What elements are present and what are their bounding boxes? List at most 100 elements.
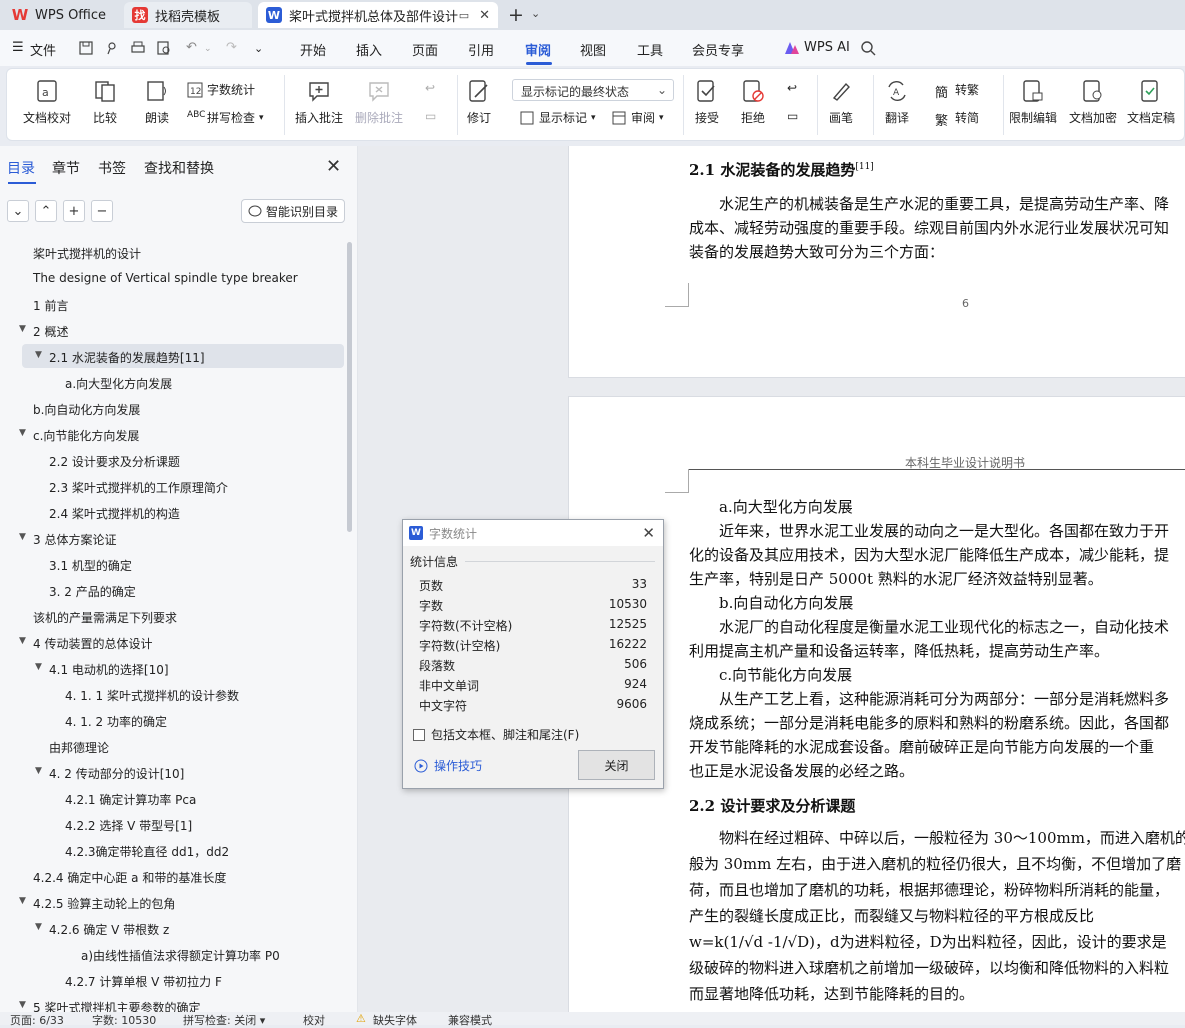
share-icon[interactable] xyxy=(104,40,120,56)
toc-item[interactable]: ▼ 4.1 电动机的选择[10] xyxy=(35,661,169,678)
tab-find-replace[interactable]: 查找和替换 xyxy=(144,158,214,178)
toc-item[interactable]: 桨叶式搅拌机的设计 xyxy=(33,245,141,262)
to-traditional-button[interactable]: 簡 转繁 xyxy=(935,81,979,101)
prev-revision-icon[interactable]: ↩ xyxy=(787,81,797,95)
menu-insert[interactable]: 插入 xyxy=(356,40,382,59)
menu-wps-ai[interactable]: WPS AI xyxy=(804,40,850,55)
spell-check-button[interactable]: ABC 拼写检查 ▾ xyxy=(187,109,264,126)
tab-template[interactable]: 找 找稻壳模板 xyxy=(124,2,252,28)
to-simplified-button[interactable]: 繁 转简 xyxy=(935,109,979,129)
sidebar-scrollbar[interactable] xyxy=(347,242,352,532)
dialog-title-bar[interactable]: W 字数统计 ✕ xyxy=(403,520,663,546)
toc-item[interactable]: 3.1 机型的确定 xyxy=(49,557,132,574)
smart-toc-button[interactable]: 智能识别目录 xyxy=(241,199,345,223)
word-count-button[interactable]: 12 字数统计 xyxy=(187,81,255,98)
toc-item[interactable]: 4.2.1 确定计算功率 Pca xyxy=(65,791,196,808)
toc-item[interactable]: ▼ 3 总体方案论证 xyxy=(19,531,116,548)
close-icon[interactable]: ✕ xyxy=(479,8,490,23)
toc-item[interactable]: 2.4 桨叶式搅拌机的构造 xyxy=(49,505,180,522)
reject-button[interactable]: 拒绝 xyxy=(741,79,765,126)
include-textbox-checkbox[interactable]: 包括文本框、脚注和尾注(F) xyxy=(413,726,579,743)
next-comment-icon[interactable]: ▭ xyxy=(425,109,436,123)
expand-arrow-icon[interactable]: ▼ xyxy=(35,662,42,672)
tips-link[interactable]: 操作技巧 xyxy=(414,757,482,774)
add-heading-button[interactable]: + xyxy=(63,200,85,222)
close-button[interactable]: 关闭 xyxy=(578,750,655,780)
toc-item[interactable]: 2.3 桨叶式搅拌机的工作原理简介 xyxy=(49,479,228,496)
toc-item[interactable]: The designe of Vertical spindle type bre… xyxy=(33,271,298,285)
toc-item[interactable]: ▼ 4.2.6 确定 V 带根数 z xyxy=(35,921,169,938)
menu-home[interactable]: 开始 xyxy=(300,40,326,59)
toc-item[interactable]: 4.2.2 选择 V 带型号[1] xyxy=(65,817,192,834)
toc-item[interactable]: b.向自动化方向发展 xyxy=(33,401,140,418)
toc-item[interactable]: 4.2.7 计算单根 V 带初拉力 F xyxy=(65,973,222,990)
redo-icon[interactable]: ↷ xyxy=(226,40,237,55)
chevron-down-icon[interactable]: ⌄ xyxy=(254,42,263,55)
toc-item[interactable]: ▼ c.向节能化方向发展 xyxy=(19,427,139,444)
toc-item[interactable]: ▼ 4.2.5 验算主动轮上的包角 xyxy=(19,895,175,912)
prev-comment-icon[interactable]: ↩ xyxy=(425,81,435,95)
expand-arrow-icon[interactable]: ▼ xyxy=(35,350,42,360)
doc-proofread-button[interactable]: a 文档校对 xyxy=(23,79,71,126)
window-icon[interactable]: ▭ xyxy=(459,9,469,22)
restrict-edit-button[interactable]: 限制编辑 xyxy=(1009,79,1057,126)
expand-arrow-icon[interactable]: ▼ xyxy=(35,766,42,776)
tab-chapter[interactable]: 章节 xyxy=(52,158,80,178)
encrypt-button[interactable]: 文档加密 xyxy=(1069,79,1117,126)
expand-arrow-icon[interactable]: ▼ xyxy=(19,1000,26,1010)
toc-item[interactable]: ▼ 2 概述 xyxy=(19,323,68,340)
menu-view[interactable]: 视图 xyxy=(580,40,606,59)
toc-item[interactable]: 该机的产量需满足下列要求 xyxy=(33,609,177,626)
undo-icon[interactable]: ↶ xyxy=(186,40,197,55)
toc-item[interactable]: 由邦德理论 xyxy=(49,739,109,756)
tab-wps-office[interactable]: W WPS Office xyxy=(4,2,116,28)
toc-item[interactable]: 4. 1. 2 功率的确定 xyxy=(65,713,167,730)
search-icon[interactable] xyxy=(860,40,876,56)
toc-item[interactable]: 3. 2 产品的确定 xyxy=(49,583,136,600)
menu-tools[interactable]: 工具 xyxy=(637,40,663,59)
close-icon[interactable]: ✕ xyxy=(642,524,655,542)
word-count-indicator[interactable]: 字数: 10530 xyxy=(92,1012,156,1028)
hamburger-icon[interactable]: ☰ xyxy=(12,40,24,55)
toc-item[interactable]: a)由线性插值法求得额定计算功率 P0 xyxy=(81,947,280,964)
menu-member[interactable]: 会员专享 xyxy=(692,40,744,59)
document-page[interactable]: 2.1 水泥装备的发展趋势[11] 水泥生产的机械装备是生产水泥的重要工具，是提… xyxy=(568,146,1185,378)
review-pane-button[interactable]: 审阅 ▾ xyxy=(611,109,664,126)
expand-arrow-icon[interactable]: ▼ xyxy=(19,324,26,334)
collapse-button[interactable]: ⌄ xyxy=(7,200,29,222)
translate-button[interactable]: A 翻译 xyxy=(885,79,909,126)
toc-item[interactable]: 4.2.4 确定中心距 a 和带的基准长度 xyxy=(33,869,226,886)
print-icon[interactable] xyxy=(130,40,146,56)
chevron-down-icon[interactable]: ⌄ xyxy=(204,44,212,54)
insert-comment-button[interactable]: 插入批注 xyxy=(295,79,343,126)
save-icon[interactable] xyxy=(78,40,94,56)
compare-button[interactable]: 比较 xyxy=(93,79,117,126)
toc-item[interactable]: a.向大型化方向发展 xyxy=(65,375,172,392)
toc-item[interactable]: 1 前言 xyxy=(33,297,68,314)
menu-review[interactable]: 审阅 xyxy=(525,40,551,59)
next-revision-icon[interactable]: ▭ xyxy=(787,109,798,123)
read-aloud-button[interactable]: 朗读 xyxy=(145,79,169,126)
menu-references[interactable]: 引用 xyxy=(468,40,494,59)
delete-comment-button[interactable]: 删除批注 xyxy=(355,79,403,126)
expand-arrow-icon[interactable]: ▼ xyxy=(19,532,26,542)
checkbox-box[interactable] xyxy=(413,728,425,741)
chevron-down-icon[interactable]: ⌄ xyxy=(531,7,540,20)
toc-item[interactable]: ▼ 2.1 水泥装备的发展趋势[11] xyxy=(35,349,205,366)
toc-item[interactable]: 4. 1. 1 桨叶式搅拌机的设计参数 xyxy=(65,687,239,704)
markup-display-select[interactable]: 显示标记的最终状态 ⌄ xyxy=(512,79,674,101)
missing-font-status[interactable]: 缺失字体 xyxy=(373,1012,417,1028)
show-markup-button[interactable]: 显示标记 ▾ xyxy=(519,109,596,126)
toc-item[interactable]: 4.2.3确定带轮直径 dd1，dd2 xyxy=(65,843,229,860)
pen-button[interactable]: 画笔 xyxy=(829,79,853,126)
expand-arrow-icon[interactable]: ▼ xyxy=(35,922,42,932)
expand-arrow-icon[interactable]: ▼ xyxy=(19,636,26,646)
tab-bookmark[interactable]: 书签 xyxy=(98,158,126,178)
remove-heading-button[interactable]: − xyxy=(91,200,113,222)
spell-check-status[interactable]: 拼写检查: 关闭 ▾ xyxy=(183,1012,265,1028)
menu-file[interactable]: 文件 xyxy=(30,40,56,59)
page-indicator[interactable]: 页面: 6/33 xyxy=(10,1012,64,1028)
toc-item[interactable]: ▼ 4. 2 传动部分的设计[10] xyxy=(35,765,184,782)
tab-document[interactable]: W 桨叶式搅拌机总体及部件设计 ▭ ✕ xyxy=(258,2,498,28)
proofread-status[interactable]: 校对 xyxy=(303,1012,325,1028)
